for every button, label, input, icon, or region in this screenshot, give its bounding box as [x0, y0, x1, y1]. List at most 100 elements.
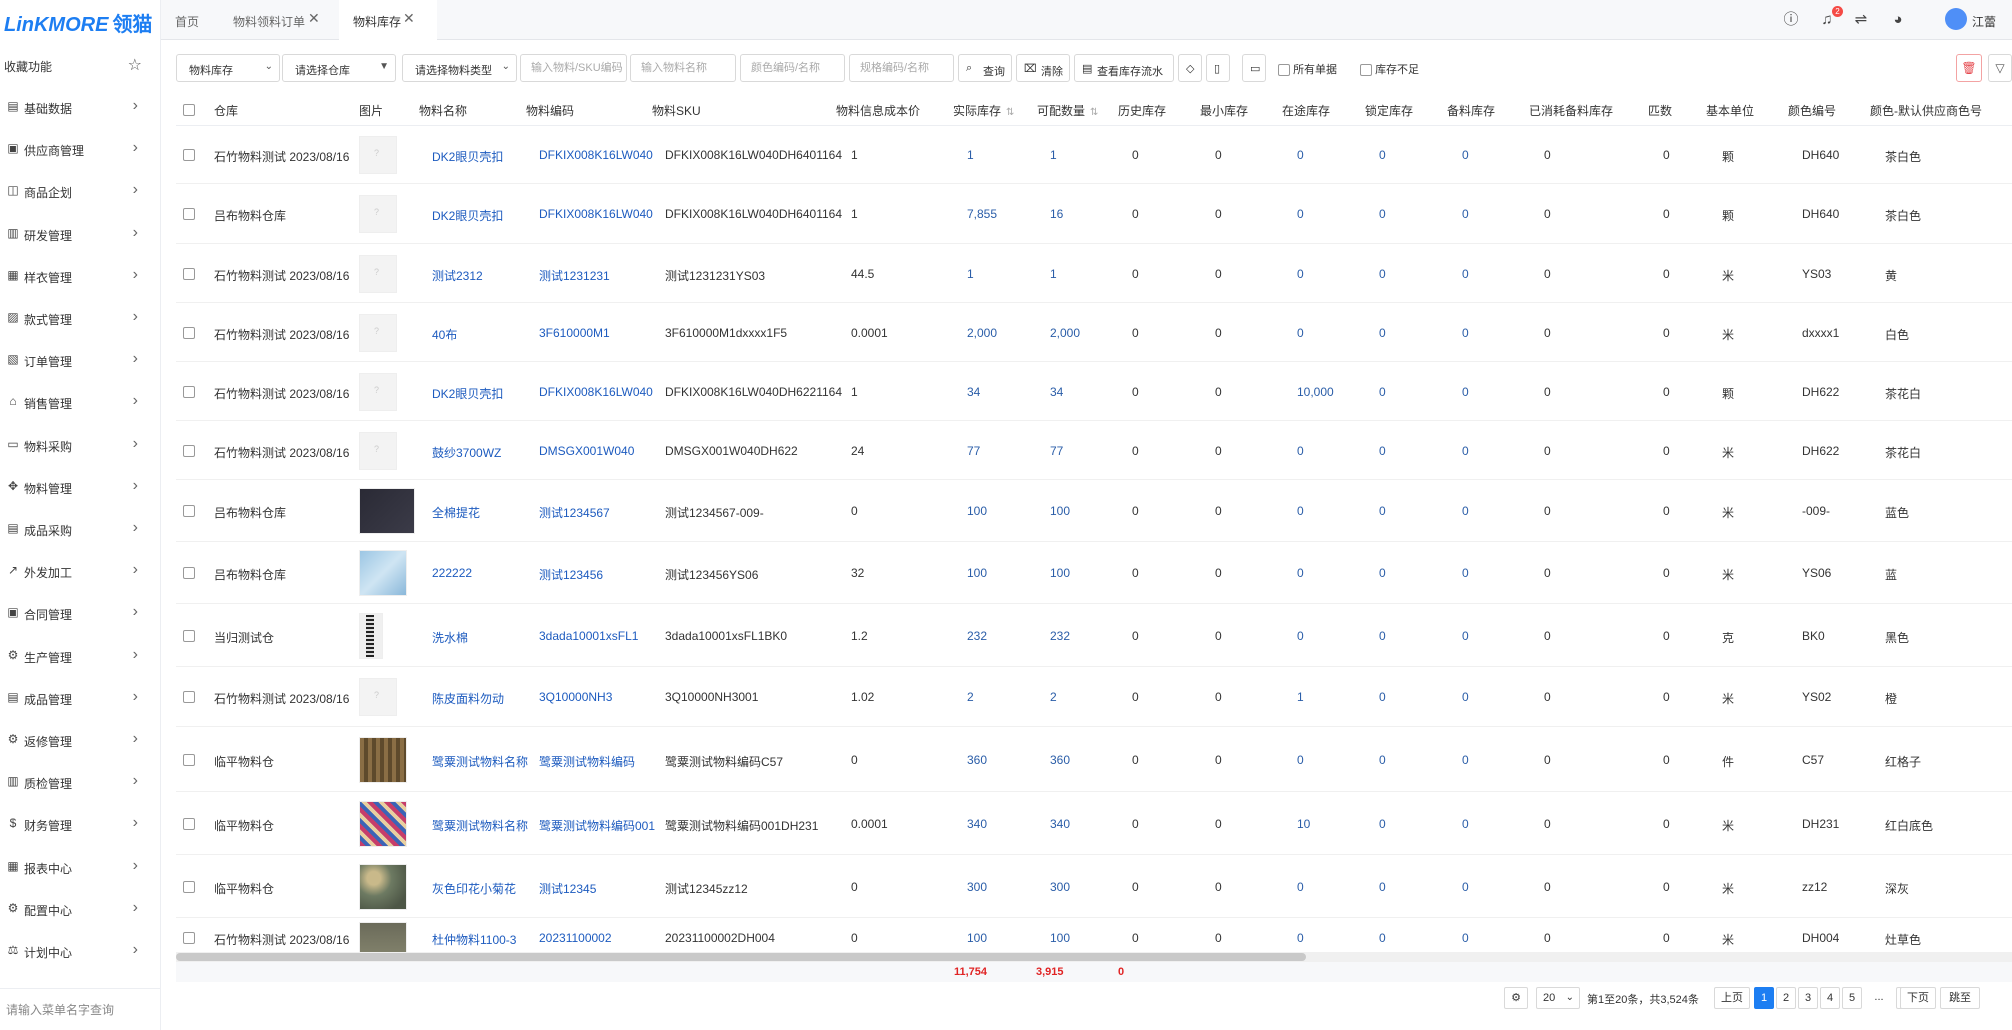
cell-avail[interactable]: 100	[1050, 504, 1070, 518]
cell-name[interactable]: 鹭粟测试物料名称	[432, 753, 528, 770]
cell-locked[interactable]: 0	[1379, 444, 1386, 458]
sidebar-item[interactable]: ▤ 成品采购 ›	[0, 508, 160, 550]
page-size-select[interactable]: 20 ⌄	[1536, 987, 1580, 1009]
cell-prep[interactable]: 0	[1462, 629, 1469, 643]
cell-prep[interactable]: 0	[1462, 931, 1469, 945]
cell-code[interactable]: 鹭粟测试物料编码	[539, 753, 635, 770]
close-icon[interactable]: ✕	[308, 10, 320, 27]
sidebar-item[interactable]: ▤ 基础数据 ›	[0, 86, 160, 128]
row-checkbox[interactable]	[183, 818, 195, 830]
cell-code[interactable]: DMSGX001W040	[539, 444, 634, 458]
cell-prep[interactable]: 0	[1462, 690, 1469, 704]
row-checkbox[interactable]	[183, 268, 195, 280]
table-row[interactable]: 临平物料仓 灰色印花小菊花 测试12345 测试12345zz12 0 300 300 0 0 0…	[176, 855, 2012, 918]
cell-code[interactable]: 3dada10001xsFL1	[539, 629, 638, 643]
cell-transit[interactable]: 0	[1297, 566, 1304, 580]
service-icon[interactable]: ◕	[1888, 10, 1908, 30]
cell-name[interactable]: 222222	[432, 566, 472, 580]
cell-code[interactable]: 3F610000M1	[539, 326, 610, 340]
cell-avail[interactable]: 100	[1050, 566, 1070, 580]
username[interactable]: 江蕾	[1972, 13, 1996, 30]
cell-name[interactable]: 测试2312	[432, 267, 483, 284]
cell-prep[interactable]: 0	[1462, 504, 1469, 518]
sidebar-item[interactable]: ⚖ 计划中心 ›	[0, 930, 160, 972]
code-input[interactable]	[521, 55, 626, 81]
table-row[interactable]: 石竹物料测试 2023/08/16 测试2312 测试1231231 测试123123…	[176, 244, 2012, 303]
app-logo[interactable]: LinKMORE 领猫	[4, 8, 154, 36]
cell-transit[interactable]: 0	[1297, 207, 1304, 221]
cell-actual[interactable]: 340	[967, 817, 987, 831]
page-button[interactable]: 5	[1842, 987, 1862, 1009]
cell-prep[interactable]: 0	[1462, 444, 1469, 458]
view-flow-button[interactable]: ▤ 查看库存流水	[1074, 54, 1174, 82]
material-thumbnail[interactable]	[359, 314, 397, 352]
cell-locked[interactable]: 0	[1379, 267, 1386, 281]
table-row[interactable]: 石竹物料测试 2023/08/16 DK2眼贝壳扣 DFKIX008K16LW040…	[176, 362, 2012, 421]
cell-avail[interactable]: 77	[1050, 444, 1063, 458]
cell-code[interactable]: 测试123456	[539, 566, 603, 583]
cell-avail[interactable]: 34	[1050, 385, 1063, 399]
sidebar-item[interactable]: ⚙ 返修管理 ›	[0, 719, 160, 761]
checkbox[interactable]	[1278, 64, 1290, 77]
cell-name[interactable]: 陈皮面料勿动	[432, 690, 504, 707]
cell-actual[interactable]: 2	[967, 690, 974, 704]
table-row[interactable]: 临平物料仓 鹭粟测试物料名称 鹭粟测试物料编码 鹭粟测试物料编码C57 0 360 360 0…	[176, 727, 2012, 792]
sidebar-item[interactable]: ↗ 外发加工 ›	[0, 550, 160, 592]
sidebar-item[interactable]: ✥ 物料管理 ›	[0, 466, 160, 508]
cell-avail[interactable]: 300	[1050, 880, 1070, 894]
cell-actual[interactable]: 7,855	[967, 207, 997, 221]
prev-page-button[interactable]: 上页	[1714, 987, 1750, 1009]
sort-icon[interactable]: ⇅	[1090, 107, 1098, 118]
cell-transit[interactable]: 0	[1297, 931, 1304, 945]
cell-prep[interactable]: 0	[1462, 566, 1469, 580]
cell-name[interactable]: 鹭粟测试物料名称	[432, 817, 528, 834]
cell-transit[interactable]: 0	[1297, 267, 1304, 281]
report-button[interactable]: ▭	[1242, 54, 1266, 82]
cell-name[interactable]: 灰色印花小菊花	[432, 880, 516, 897]
page-button[interactable]: 3	[1798, 987, 1818, 1009]
cell-locked[interactable]: 0	[1379, 385, 1386, 399]
table-row[interactable]: 石竹物料测试 2023/08/16 鼓纱3700WZ DMSGX001W040 DMS…	[176, 421, 2012, 480]
table-row[interactable]: 石竹物料测试 2023/08/16 40布 3F610000M1 3F610000M1…	[176, 303, 2012, 362]
row-checkbox[interactable]	[183, 386, 195, 398]
page-button[interactable]: 4	[1820, 987, 1840, 1009]
cell-code[interactable]: 20231100002	[539, 931, 612, 945]
name-input[interactable]	[631, 55, 735, 81]
scrollbar-thumb[interactable]	[176, 953, 1306, 961]
cell-prep[interactable]: 0	[1462, 148, 1469, 162]
sidebar-item[interactable]: ▣ 合同管理 ›	[0, 592, 160, 634]
column-settings-button[interactable]: ⚙	[1504, 987, 1528, 1009]
table-row[interactable]: 临平物料仓 鹭粟测试物料名称 鹭粟测试物料编码001 鹭粟测试物料编码001DH231…	[176, 792, 2012, 855]
cell-code[interactable]: DFKIX008K16LW040	[539, 148, 653, 162]
low-stock-checkbox[interactable]: 库存不足	[1360, 61, 1419, 77]
delete-button[interactable]: 🗑	[1956, 54, 1982, 82]
query-button[interactable]: ⌕ 查询	[958, 54, 1012, 82]
cell-prep[interactable]: 0	[1462, 326, 1469, 340]
star-icon[interactable]: ☆	[128, 55, 142, 75]
material-thumbnail[interactable]	[359, 136, 397, 174]
clear-button[interactable]: ⌧ 清除	[1016, 54, 1070, 82]
tab-home[interactable]: 首页	[161, 0, 211, 40]
row-checkbox[interactable]	[183, 445, 195, 457]
cell-actual[interactable]: 34	[967, 385, 980, 399]
cell-prep[interactable]: 0	[1462, 753, 1469, 767]
cell-transit[interactable]: 0	[1297, 326, 1304, 340]
cell-locked[interactable]: 0	[1379, 504, 1386, 518]
row-checkbox[interactable]	[183, 754, 195, 766]
cell-avail[interactable]: 1	[1050, 267, 1057, 281]
cell-transit[interactable]: 0	[1297, 504, 1304, 518]
cell-transit[interactable]: 0	[1297, 753, 1304, 767]
table-row[interactable]: 吕布物料仓库 DK2眼贝壳扣 DFKIX008K16LW040 DFKIX008K16…	[176, 184, 2012, 244]
help-icon[interactable]: ⓘ	[1781, 10, 1801, 30]
cell-locked[interactable]: 0	[1379, 629, 1386, 643]
table-row[interactable]: 当归测试仓 洗水棉 3dada10001xsFL1 3dada10001xsFL1BK…	[176, 604, 2012, 667]
sidebar-item[interactable]: ⚙ 生产管理 ›	[0, 635, 160, 677]
cell-code[interactable]: 3Q10000NH3	[539, 690, 612, 704]
cell-actual[interactable]: 1	[967, 148, 974, 162]
row-checkbox[interactable]	[183, 327, 195, 339]
sidebar-item[interactable]: ⌂ 销售管理 ›	[0, 381, 160, 423]
export-button[interactable]: ▯	[1206, 54, 1230, 82]
color-input[interactable]	[741, 55, 844, 81]
table-row[interactable]: 吕布物料仓库 222222 测试123456 测试123456YS06 32 100 100…	[176, 542, 2012, 604]
sidebar-item[interactable]: ▥ 研发管理 ›	[0, 213, 160, 255]
